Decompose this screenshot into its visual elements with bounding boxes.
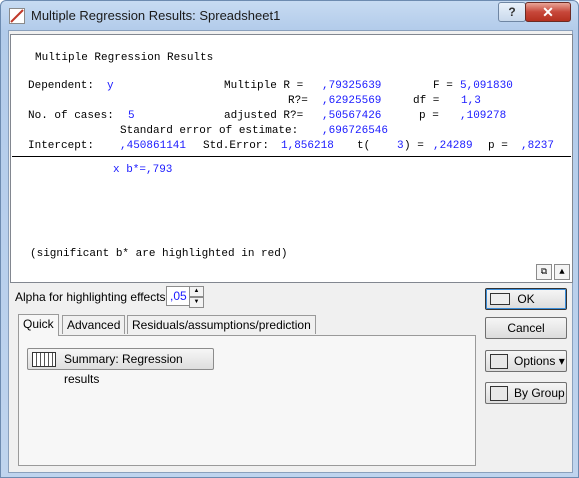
adjusted-r2-value: ,50567426 [322, 110, 382, 122]
t-close-label: ) = [404, 140, 424, 152]
alpha-label: Alpha for highlighting effects: [15, 290, 169, 304]
options-label: Options ▾ [514, 354, 565, 368]
options-icon [490, 354, 508, 369]
spin-down-icon[interactable]: ▼ [189, 297, 204, 308]
multiple-r-label: Multiple R = [224, 80, 304, 92]
multiple-r-value: ,79325639 [322, 80, 382, 92]
summary-table-icon [32, 352, 56, 367]
std-error-value: 1,856218 [281, 140, 334, 152]
f-value: 5,091830 [460, 80, 513, 92]
options-button[interactable]: Options ▾ [485, 350, 567, 372]
dialog-client: Multiple Regression Results Dependent: y… [8, 30, 573, 473]
p2-value: ,8237 [521, 140, 555, 152]
dependent-value: y [107, 80, 114, 92]
tab-quick[interactable]: Quick [18, 314, 59, 336]
t-value: ,24289 [433, 140, 473, 152]
results-output-pane[interactable]: Multiple Regression Results Dependent: y… [10, 34, 573, 283]
output-separator [12, 156, 571, 157]
p-value: ,109278 [460, 110, 507, 122]
t-df-value: 3 [397, 140, 404, 152]
scroll-up-icon[interactable]: ▲ [554, 264, 570, 280]
significance-footnote: (significant b* are highlighted in red) [30, 248, 288, 260]
f-label: F = [433, 80, 453, 92]
t-label: t( [357, 140, 371, 152]
p-label: p = [419, 110, 439, 122]
app-icon [9, 8, 25, 24]
p2-label: p = [488, 140, 508, 152]
r2-label: R?= [288, 95, 308, 107]
ok-button[interactable]: OK [485, 288, 567, 310]
n-cases-label: No. of cases: [28, 110, 114, 122]
summary-regression-button[interactable]: Summary: Regression results [27, 348, 214, 386]
intercept-label: Intercept: [28, 140, 95, 152]
df-value: 1,3 [461, 95, 481, 107]
dialog-window: Multiple Regression Results: Spreadsheet… [0, 0, 579, 478]
alpha-spinner[interactable]: ▲ ▼ [189, 286, 204, 308]
close-button[interactable]: ✕ [525, 2, 571, 22]
summary-button-label: Summary: Regression results [64, 352, 183, 386]
r2-value: ,62925569 [322, 95, 382, 107]
tab-advanced[interactable]: Advanced [62, 315, 126, 334]
help-button[interactable]: ? [498, 2, 526, 22]
output-heading: Multiple Regression Results [35, 52, 214, 64]
se-estimate-label: Standard error of estimate: [120, 125, 299, 137]
tab-residuals[interactable]: Residuals/assumptions/prediction [127, 315, 316, 334]
by-group-button[interactable]: By Group [485, 382, 567, 404]
n-cases-value: 5 [128, 110, 135, 122]
df-label: df = [413, 95, 440, 107]
quick-tab-panel: Summary: Regression results [18, 335, 476, 466]
se-estimate-value: ,696726546 [322, 125, 389, 137]
copy-icon[interactable]: ⧉ [536, 264, 552, 280]
std-error-label: Std.Error: [203, 140, 270, 152]
ok-label: OK [517, 292, 535, 306]
spin-up-icon[interactable]: ▲ [189, 286, 204, 297]
window-title: Multiple Regression Results: Spreadsheet… [31, 8, 281, 23]
by-group-label: By Group [514, 386, 565, 400]
title-bar[interactable]: Multiple Regression Results: Spreadsheet… [1, 1, 578, 29]
adjusted-r2-label: adjusted R?= [224, 110, 304, 122]
cancel-button[interactable]: Cancel [485, 317, 567, 339]
coefficient-line: x b*=,793 [113, 164, 173, 176]
by-group-icon [490, 386, 508, 401]
dependent-label: Dependent: [28, 80, 95, 92]
intercept-value: ,450861141 [120, 140, 187, 152]
